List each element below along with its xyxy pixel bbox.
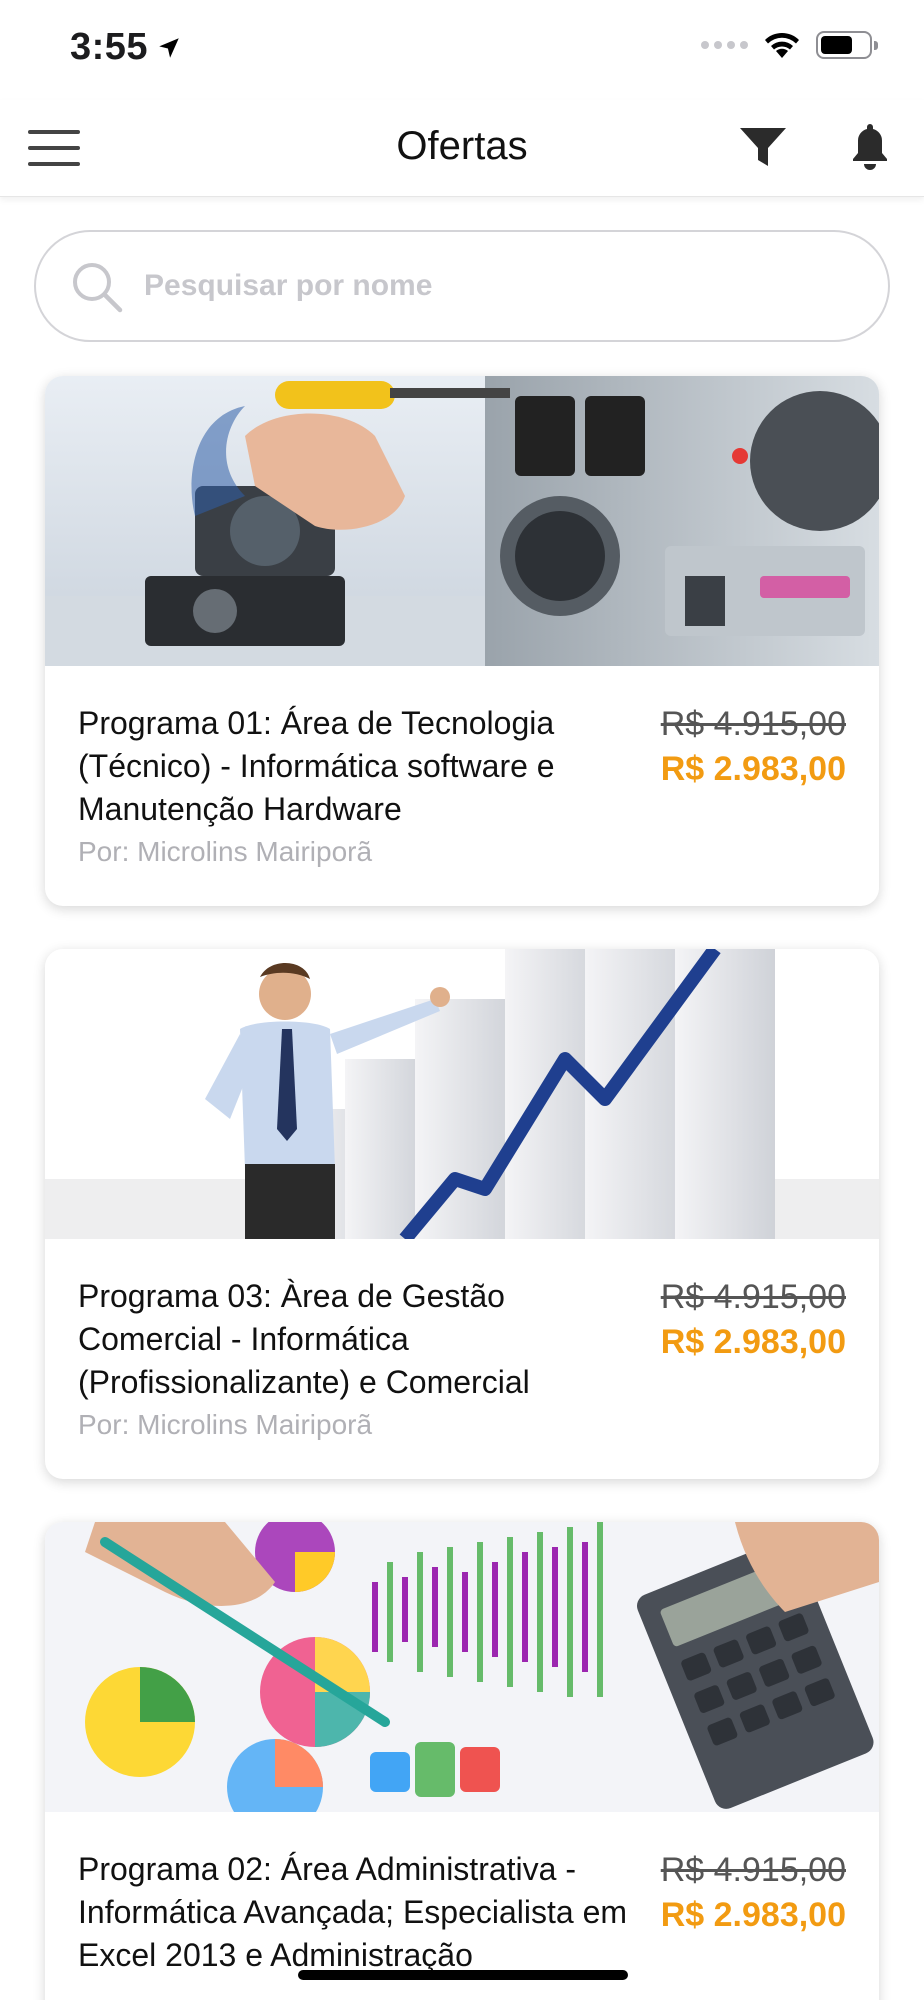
offer-prices: R$ 4.915,00 R$ 2.983,00 <box>661 1275 846 1365</box>
status-bar: 3:55 <box>0 0 924 100</box>
offer-old-price: R$ 4.915,00 <box>660 1278 846 1316</box>
battery-icon <box>816 31 878 59</box>
offer-card[interactable]: Programa 02: Área Administrativa - Infor… <box>45 1522 879 2000</box>
offer-old-price: R$ 4.915,00 <box>660 1851 846 1889</box>
offer-author: Por: Microlins Mairiporã <box>78 1409 373 1440</box>
computer-repair-illustration <box>45 376 879 666</box>
search-bar[interactable] <box>34 230 890 342</box>
wifi-icon <box>765 32 799 58</box>
offer-title: Programa 03: Àrea de Gestão Comercial - … <box>78 1278 530 1400</box>
offer-card[interactable]: Programa 03: Àrea de Gestão Comercial - … <box>45 949 879 1479</box>
offer-prices: R$ 4.915,00 R$ 2.983,00 <box>661 702 846 792</box>
bell-icon[interactable] <box>850 120 890 172</box>
offer-title: Programa 02: Área Administrativa - Infor… <box>78 1851 628 1973</box>
battery-level <box>821 36 853 54</box>
filter-icon[interactable] <box>738 122 788 172</box>
location-arrow-icon <box>159 37 179 58</box>
offer-card[interactable]: Programa 01: Área de Tecnologia (Técnico… <box>45 376 879 906</box>
offer-author: Por: Microlins Mairiporã <box>78 836 373 867</box>
search-input[interactable] <box>144 232 858 340</box>
search-icon <box>73 263 123 313</box>
status-icons <box>701 30 878 60</box>
home-indicator[interactable] <box>298 1970 628 1980</box>
status-time: 3:55 <box>70 26 182 69</box>
offer-card-body: Programa 03: Àrea de Gestão Comercial - … <box>78 1239 846 1479</box>
offer-image-computer-repair <box>45 376 879 666</box>
offer-prices: R$ 4.915,00 R$ 2.983,00 <box>661 1848 846 1938</box>
offer-price: R$ 2.983,00 <box>660 1896 846 1934</box>
offer-price: R$ 2.983,00 <box>660 1323 846 1361</box>
offer-image-financial-charts <box>45 1522 879 1812</box>
navigation-bar: Ofertas <box>0 100 924 197</box>
status-time-text: 3:55 <box>70 26 149 68</box>
offer-price: R$ 2.983,00 <box>660 750 846 788</box>
business-growth-illustration <box>45 949 879 1239</box>
offer-card-body: Programa 01: Área de Tecnologia (Técnico… <box>78 666 846 906</box>
offer-title: Programa 01: Área de Tecnologia (Técnico… <box>78 705 555 827</box>
offer-old-price: R$ 4.915,00 <box>660 705 846 743</box>
signal-dots-icon <box>701 41 748 49</box>
financial-charts-illustration <box>45 1522 879 1812</box>
offer-image-business-growth <box>45 949 879 1239</box>
hamburger-menu-icon[interactable] <box>28 128 80 168</box>
